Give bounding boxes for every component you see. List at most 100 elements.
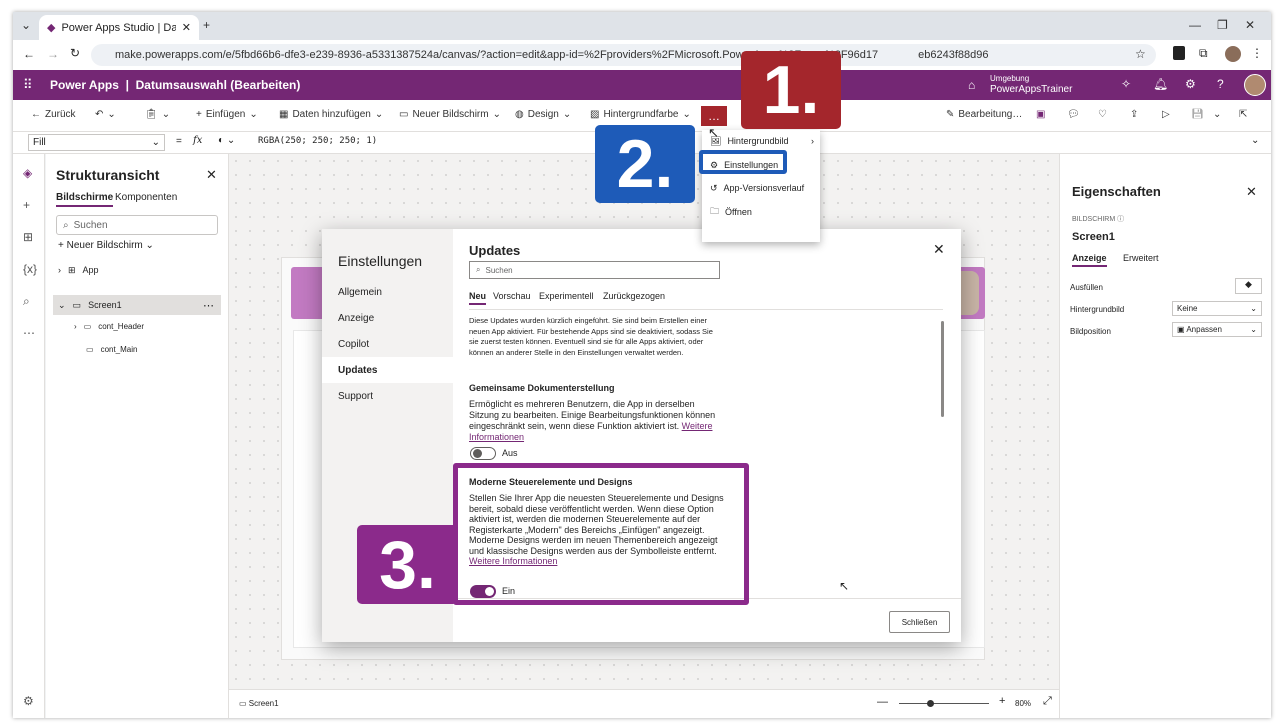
environment-picker[interactable]: Umgebung PowerAppsTrainer	[990, 73, 1072, 95]
forward-arrow-icon[interactable]: →	[47, 47, 59, 61]
menu-item-open[interactable]: 🗀 Öffnen	[702, 201, 820, 223]
image-position-dropdown[interactable]: ▣ Anpassen ⌄	[1172, 322, 1262, 337]
node-more-icon[interactable]: ⋯	[203, 299, 214, 312]
undo-button[interactable]: ↶ ⌄	[95, 109, 116, 120]
close-button[interactable]: Schließen	[889, 611, 950, 633]
reload-icon[interactable]: ↻	[70, 46, 80, 60]
chevron-down-icon: ⌄	[58, 300, 66, 310]
settings-icon[interactable]: ⚙	[23, 694, 34, 708]
close-window-icon[interactable]: ✕	[1245, 18, 1255, 32]
powerapps-tab-icon: ◆	[47, 22, 56, 34]
tab-display[interactable]: Anzeige	[1072, 253, 1107, 267]
expand-formula-icon[interactable]: ⌄	[1251, 135, 1259, 146]
back-arrow-icon[interactable]: ←	[23, 47, 35, 61]
app-checker-icon[interactable]: ▣	[1036, 109, 1045, 120]
mouse-pointer-icon: ↖	[708, 125, 719, 140]
help-icon[interactable]: ?	[1217, 77, 1224, 91]
tab-components[interactable]: Komponenten	[115, 192, 177, 203]
formula-input[interactable]: RGBA(250; 250; 250; 1)	[258, 136, 377, 146]
zoom-slider-thumb[interactable]	[927, 700, 934, 707]
tree-node-app[interactable]: › ⊞ App	[58, 265, 99, 276]
minimize-icon[interactable]: —	[1189, 18, 1201, 32]
extension-icon[interactable]	[1173, 46, 1185, 60]
editing-mode-button[interactable]: ✎ Bearbeitung…	[946, 109, 1022, 120]
browser-tab[interactable]: ◆ Power Apps Studio | Datumsa… ✕	[39, 15, 199, 40]
zoom-in-icon[interactable]: +	[999, 695, 1005, 707]
coauthoring-toggle[interactable]	[470, 447, 496, 460]
close-icon[interactable]: ✕	[206, 167, 217, 183]
variables-icon[interactable]: {x}	[23, 262, 37, 276]
fill-color-button[interactable]: ◆	[1235, 278, 1262, 294]
new-screen-tree-button[interactable]: + Neuer Bildschirm ⌄	[58, 240, 154, 251]
menu-item-background-image[interactable]: 🖼︎ Hintergrundbild ›	[702, 130, 820, 152]
zoom-slider-track[interactable]	[899, 703, 989, 704]
save-icon[interactable]: 💾︎	[1191, 109, 1204, 120]
more-icon[interactable]: ⋯	[23, 326, 35, 340]
search-icon[interactable]: ⌕	[23, 294, 30, 309]
restore-icon[interactable]: ❐	[1217, 18, 1228, 32]
comments-icon[interactable]: 💬︎	[1067, 109, 1080, 120]
tab-preview[interactable]: Vorschau	[493, 291, 531, 301]
new-tab-icon[interactable]: +	[203, 18, 210, 32]
nav-item-updates[interactable]: Updates	[322, 357, 453, 383]
step-badge-1: 1.	[741, 51, 841, 129]
publish-icon[interactable]: ⇱	[1239, 109, 1247, 120]
new-screen-button[interactable]: ▭ Neuer Bildschirm ⌄	[399, 109, 501, 120]
copilot-formula-icon[interactable]: ◐ ⌄	[218, 135, 235, 146]
palette-icon: ◍	[515, 109, 524, 120]
paste-button[interactable]: 📋︎ ⌄	[145, 109, 170, 120]
nav-item-general[interactable]: Allgemein	[322, 279, 453, 305]
copilot-icon[interactable]: ✧	[1121, 77, 1131, 91]
tab-menu-icon[interactable]: ⌄	[21, 18, 31, 32]
close-icon[interactable]: ✕	[1246, 184, 1257, 200]
profile-avatar[interactable]	[1225, 46, 1241, 62]
tab-experimental[interactable]: Experimentell	[539, 291, 594, 301]
scrollbar-thumb[interactable]	[941, 321, 944, 417]
menu-item-version-history[interactable]: ↺ App-Versionsverlauf	[702, 177, 820, 199]
property-dropdown[interactable]: Fill ⌄	[28, 134, 165, 151]
tab-screens[interactable]: Bildschirme	[56, 192, 114, 207]
insert-button[interactable]: + Einfügen ⌄	[196, 109, 258, 120]
search-icon: ⌕	[63, 219, 69, 231]
nav-item-support[interactable]: Support	[322, 383, 453, 409]
nav-item-display[interactable]: Anzeige	[322, 305, 453, 331]
background-image-dropdown[interactable]: Keine ⌄	[1172, 301, 1262, 316]
tab-advanced[interactable]: Erweitert	[1123, 253, 1159, 263]
tab-retired[interactable]: Zurückgezogen	[603, 291, 665, 301]
puzzle-icon[interactable]: ⧉	[1199, 46, 1208, 61]
nav-item-copilot[interactable]: Copilot	[322, 331, 453, 357]
health-icon[interactable]: ♡	[1098, 109, 1107, 120]
browser-menu-icon[interactable]: ⋮	[1251, 46, 1263, 60]
back-button[interactable]: ← Zurück	[31, 109, 76, 120]
data-icon[interactable]: ⊞	[23, 230, 33, 244]
url-field[interactable]: make.powerapps.com/e/5fbd66b6-dfe3-e239-…	[91, 44, 1156, 66]
updates-search-input[interactable]: ⌕ Suchen	[469, 261, 720, 279]
search-icon: ⌕	[476, 265, 481, 274]
play-icon[interactable]: ▷	[1162, 109, 1170, 120]
user-avatar[interactable]	[1244, 74, 1266, 96]
app-launcher-icon[interactable]: ⠿	[23, 77, 33, 93]
close-dialog-icon[interactable]: ✕	[933, 241, 945, 258]
settings-gear-icon[interactable]: ⚙	[1185, 77, 1196, 91]
share-icon[interactable]: ⇪	[1130, 109, 1138, 120]
background-color-button[interactable]: ▨ Hintergrundfarbe ⌄	[590, 109, 691, 120]
updates-title: Updates	[469, 243, 521, 258]
add-data-button[interactable]: ▦ Daten hinzufügen ⌄	[279, 109, 383, 120]
mouse-cursor-icon: ↖	[839, 579, 850, 593]
more-commands-button[interactable]: …	[701, 106, 727, 126]
tree-node-header[interactable]: › ▭ cont_Header	[74, 322, 144, 331]
close-tab-icon[interactable]: ✕	[182, 21, 191, 34]
tree-node-main[interactable]: ▭ cont_Main	[86, 345, 137, 354]
current-screen-indicator[interactable]: ▭ Screen1	[239, 699, 279, 708]
zoom-out-icon[interactable]: —	[877, 696, 888, 708]
bookmark-star-icon[interactable]: ☆	[1135, 47, 1146, 61]
fit-to-window-icon[interactable]: ⤢	[1043, 695, 1052, 708]
highlight-frame-modern-controls	[453, 463, 749, 605]
insert-icon[interactable]: +	[23, 198, 30, 212]
tab-new[interactable]: Neu	[469, 291, 487, 305]
design-button[interactable]: ◍ Design ⌄	[515, 109, 571, 120]
save-dropdown-icon[interactable]: ⌄	[1213, 109, 1221, 120]
tree-view-icon[interactable]: ◈	[23, 166, 32, 180]
notifications-bell-icon[interactable]: 🔔︎	[1153, 77, 1168, 91]
tree-search-input[interactable]: ⌕ Suchen	[56, 215, 218, 235]
